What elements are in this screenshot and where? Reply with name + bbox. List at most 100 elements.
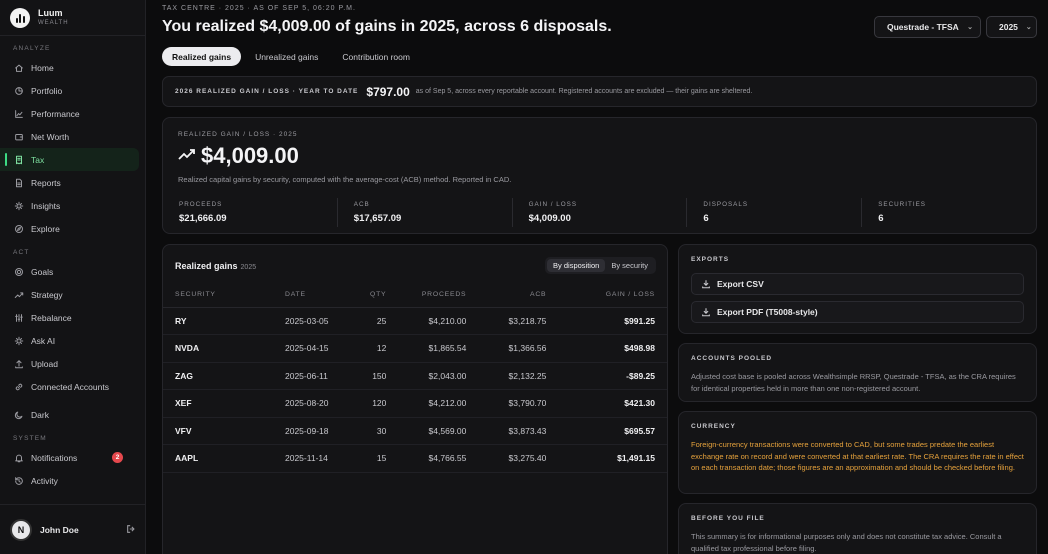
sidebar-item-reports[interactable]: Reports bbox=[0, 171, 139, 194]
accounts-pooled-panel: ACCOUNTS POOLED Adjusted cost base is po… bbox=[678, 343, 1037, 402]
export-csv-button[interactable]: Export CSV bbox=[691, 273, 1024, 295]
by-disposition-button[interactable]: By disposition bbox=[547, 259, 606, 272]
table-row[interactable]: RY 2025-03-05 25 $4,210.00 $3,218.75 $991.25 bbox=[163, 307, 667, 335]
stat-gain-loss: GAIN / LOSS $4,009.00 bbox=[511, 198, 687, 227]
cell-gain-loss: $695.57 bbox=[558, 417, 667, 445]
page-title: You realized $4,009.00 of gains in 2025,… bbox=[162, 18, 612, 35]
cell-qty: 120 bbox=[358, 389, 399, 418]
accounts-pooled-title: ACCOUNTS POOLED bbox=[691, 355, 773, 362]
sidebar-item-goals[interactable]: Goals bbox=[0, 260, 139, 283]
col-date[interactable]: DATE bbox=[273, 283, 358, 308]
sidebar-item-dark[interactable]: Dark bbox=[0, 403, 139, 426]
nav-section-title: ANALYZE bbox=[13, 45, 51, 52]
realized-summary-card: REALIZED GAIN / LOSS · 2025 $4,009.00 Re… bbox=[162, 117, 1037, 234]
stat-value: 6 bbox=[703, 213, 709, 224]
sidebar-item-home[interactable]: Home bbox=[0, 56, 139, 79]
export-pdf-label: Export PDF (T5008-style) bbox=[717, 307, 818, 317]
col-qty[interactable]: QTY bbox=[358, 283, 399, 308]
cell-proceeds: $4,766.55 bbox=[398, 444, 479, 473]
year-select[interactable]: 2025 ⌄ bbox=[986, 16, 1037, 38]
sidebar: Luum WEALTH ANALYZE Home Portfolio Performa… bbox=[0, 0, 146, 554]
sidebar-item-portfolio[interactable]: Portfolio bbox=[0, 79, 139, 102]
nav-section-title: SYSTEM bbox=[13, 435, 47, 442]
cell-proceeds: $4,212.00 bbox=[398, 389, 479, 418]
stat-label: DISPOSALS bbox=[703, 201, 749, 208]
exports-title: EXPORTS bbox=[691, 256, 730, 263]
stat-disposals: DISPOSALS 6 bbox=[686, 198, 861, 227]
table-row[interactable]: NVDA 2025-04-15 12 $1,865.54 $1,366.56 $498.9… bbox=[163, 334, 667, 363]
download-icon bbox=[701, 307, 711, 317]
bell-icon bbox=[13, 452, 25, 464]
stat-value: 6 bbox=[878, 213, 884, 224]
stat-value: $17,657.09 bbox=[353, 213, 402, 224]
stat-proceeds: PROCEEDS $21,666.09 bbox=[163, 198, 337, 227]
export-csv-label: Export CSV bbox=[717, 279, 764, 289]
table-row[interactable]: VFV 2025-09-18 30 $4,569.00 $3,873.43 $695.57 bbox=[163, 417, 667, 445]
user-name: John Doe bbox=[40, 524, 79, 535]
tab-contribution-room[interactable]: Contribution room bbox=[332, 47, 420, 66]
page-eyebrow: TAX CENTRE · 2025 · AS OF SEP 5, 06:20 P… bbox=[162, 5, 356, 12]
document-icon bbox=[13, 177, 25, 189]
luum-logo-icon bbox=[10, 7, 30, 28]
sidebar-item-label: Connected Accounts bbox=[31, 381, 109, 392]
sidebar-item-activity[interactable]: Activity bbox=[0, 469, 139, 492]
accounts-pooled-text: Adjusted cost base is pooled across Weal… bbox=[691, 372, 1016, 393]
sidebar-item-connected-accounts[interactable]: Connected Accounts bbox=[0, 375, 139, 398]
moon-icon bbox=[13, 409, 25, 421]
stat-acb: ACB $17,657.09 bbox=[336, 198, 512, 227]
sidebar-item-ask-ai[interactable]: Ask AI bbox=[0, 329, 139, 352]
sidebar-item-tax[interactable]: Tax bbox=[0, 148, 139, 171]
view-toggle: By disposition By security bbox=[545, 257, 656, 274]
sidebar-item-label: Activity bbox=[31, 475, 58, 486]
history-icon bbox=[13, 475, 25, 487]
table-row[interactable]: AAPL 2025-11-14 15 $4,766.55 $3,275.40 $1,491… bbox=[163, 444, 667, 473]
ytd-note: as of Sep 5, across every reportable acc… bbox=[415, 88, 753, 95]
cell-date: 2025-11-14 bbox=[273, 444, 358, 473]
sliders-icon bbox=[13, 312, 25, 324]
cell-qty: 30 bbox=[358, 417, 399, 445]
stat-label: SECURITIES bbox=[878, 201, 926, 208]
sidebar-item-net-worth[interactable]: Net Worth bbox=[0, 125, 139, 148]
cell-security: XEF bbox=[163, 389, 273, 418]
sidebar-item-label: Tax bbox=[31, 154, 45, 165]
before-you-file-panel: BEFORE YOU FILE This summary is for info… bbox=[678, 503, 1037, 554]
summary-value-text: $4,009.00 bbox=[201, 143, 299, 168]
cell-proceeds: $2,043.00 bbox=[398, 362, 479, 390]
cell-date: 2025-08-20 bbox=[273, 389, 358, 418]
sidebar-item-notifications[interactable]: Notifications 2 bbox=[0, 446, 139, 469]
table-header-row: SECURITY DATE QTY PROCEEDS ACB GAIN / LO… bbox=[163, 283, 667, 308]
sidebar-item-label: Home bbox=[31, 62, 54, 73]
sidebar-item-performance[interactable]: Performance bbox=[0, 102, 139, 125]
by-security-button[interactable]: By security bbox=[605, 259, 654, 272]
col-gain-loss[interactable]: GAIN / LOSS bbox=[558, 283, 667, 308]
cell-qty: 25 bbox=[358, 307, 399, 335]
tab-realized-gains[interactable]: Realized gains bbox=[162, 47, 242, 66]
sidebar-item-label: Explore bbox=[31, 223, 60, 234]
sidebar-item-upload[interactable]: Upload bbox=[0, 352, 139, 375]
col-acb[interactable]: ACB bbox=[478, 283, 559, 308]
sidebar-item-strategy[interactable]: Strategy bbox=[0, 283, 139, 306]
sidebar-item-rebalance[interactable]: Rebalance bbox=[0, 306, 139, 329]
sidebar-item-insights[interactable]: Insights bbox=[0, 194, 139, 217]
cell-gain-loss: $498.98 bbox=[558, 334, 667, 363]
cell-acb: $3,218.75 bbox=[478, 307, 559, 335]
avatar[interactable]: N bbox=[10, 518, 32, 541]
stat-value: $21,666.09 bbox=[179, 213, 227, 224]
chevron-down-icon: ⌄ bbox=[1025, 24, 1032, 31]
col-proceeds[interactable]: PROCEEDS bbox=[398, 283, 479, 308]
brand[interactable]: Luum WEALTH bbox=[0, 0, 145, 36]
export-pdf-button[interactable]: Export PDF (T5008-style) bbox=[691, 301, 1024, 323]
currency-title: CURRENCY bbox=[691, 423, 736, 430]
tab-unrealized-gains[interactable]: Unrealized gains bbox=[245, 47, 328, 66]
table-row[interactable]: ZAG 2025-06-11 150 $2,043.00 $2,132.25 -$89.2… bbox=[163, 362, 667, 390]
account-select[interactable]: Questrade - TFSA ⌄ bbox=[874, 16, 981, 38]
user-profile[interactable]: N John Doe bbox=[0, 504, 146, 554]
trend-icon bbox=[13, 289, 25, 301]
logout-icon[interactable] bbox=[126, 524, 136, 536]
link-icon bbox=[13, 381, 25, 393]
table-row[interactable]: XEF 2025-08-20 120 $4,212.00 $3,790.70 $421.3… bbox=[163, 389, 667, 418]
sidebar-item-explore[interactable]: Explore bbox=[0, 217, 139, 240]
col-security[interactable]: SECURITY bbox=[163, 283, 273, 308]
cell-acb: $2,132.25 bbox=[478, 362, 559, 390]
nav-section-title: ACT bbox=[13, 249, 30, 256]
